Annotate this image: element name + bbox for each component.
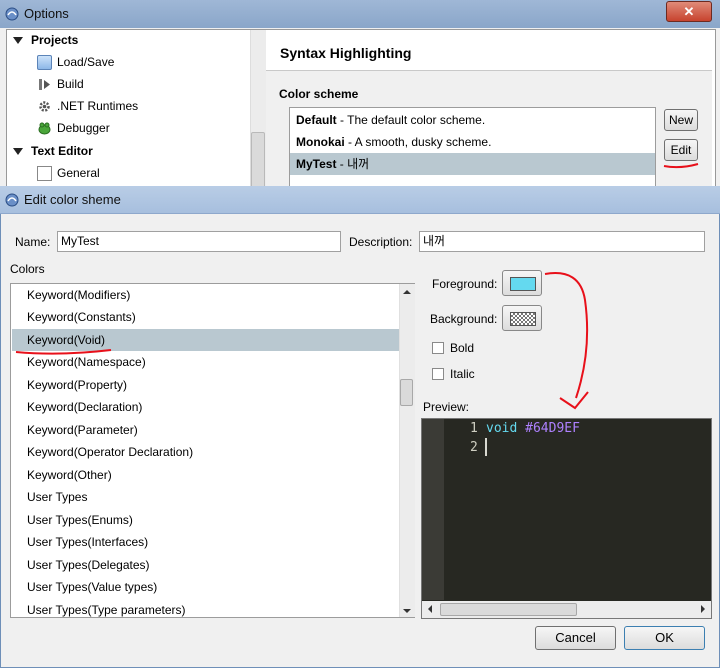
general-icon	[37, 166, 52, 182]
scroll-down-arrow-icon[interactable]	[401, 605, 413, 617]
tree-item-projects[interactable]: Projects	[13, 30, 78, 50]
color-item-keyword-property[interactable]: Keyword(Property)	[12, 374, 399, 396]
expand-triangle-icon[interactable]	[13, 37, 23, 45]
tree-item-label: Text Editor	[31, 144, 93, 158]
color-item-user-types[interactable]: User Types	[12, 486, 399, 508]
tree-item-build[interactable]: Build	[37, 74, 84, 94]
scheme-desc: - 내꺼	[336, 157, 370, 171]
scheme-desc: - A smooth, dusky scheme.	[344, 135, 492, 149]
color-scheme-list[interactable]: Default - The default color scheme. Mono…	[289, 107, 656, 190]
options-title-bar[interactable]	[0, 0, 720, 28]
scheme-name: Default	[296, 113, 337, 127]
scheme-name: MyTest	[296, 157, 337, 171]
colors-list[interactable]: Keyword(Modifiers) Keyword(Constants) Ke…	[10, 283, 415, 618]
scheme-row-mytest[interactable]: MyTest - 내꺼	[290, 153, 655, 175]
ok-button[interactable]: OK	[624, 626, 705, 650]
preview-code-line-1: void #64D9EF	[486, 419, 580, 438]
color-item-user-types-enums[interactable]: User Types(Enums)	[12, 509, 399, 531]
app-icon	[5, 7, 19, 21]
tree-item-general[interactable]: General	[37, 163, 100, 183]
color-item-user-types-type-parameters[interactable]: User Types(Type parameters)	[12, 599, 399, 617]
foreground-color-swatch	[510, 277, 536, 291]
color-item-keyword-other[interactable]: Keyword(Other)	[12, 464, 399, 486]
scroll-right-arrow-icon[interactable]	[697, 603, 709, 615]
bug-icon	[37, 121, 52, 136]
name-field[interactable]: MyTest	[57, 231, 341, 252]
color-item-keyword-constants[interactable]: Keyword(Constants)	[12, 306, 399, 328]
italic-label: Italic	[450, 367, 475, 381]
colors-list-scroll-thumb[interactable]	[400, 379, 413, 406]
tree-item-load-save[interactable]: Load/Save	[37, 52, 114, 72]
build-icon	[37, 77, 52, 92]
background-label: Background:	[430, 312, 498, 326]
preview-fold-margin	[422, 419, 444, 600]
color-scheme-label: Color scheme	[279, 87, 359, 101]
preview-label: Preview:	[423, 400, 470, 414]
color-item-keyword-declaration[interactable]: Keyword(Declaration)	[12, 396, 399, 418]
load-save-icon	[37, 55, 52, 71]
scheme-desc: - The default color scheme.	[336, 113, 486, 127]
color-item-user-types-value-types[interactable]: User Types(Value types)	[12, 576, 399, 598]
color-item-keyword-parameter[interactable]: Keyword(Parameter)	[12, 419, 399, 441]
background-transparent-swatch	[510, 312, 536, 326]
tree-scrollbar-thumb[interactable]	[251, 132, 265, 190]
preview-editor[interactable]	[421, 418, 712, 619]
color-item-user-types-interfaces[interactable]: User Types(Interfaces)	[12, 531, 399, 553]
new-scheme-button[interactable]: New	[664, 109, 698, 131]
cancel-button[interactable]: Cancel	[535, 626, 616, 650]
text-cursor	[485, 438, 487, 456]
colors-list-scrollbar[interactable]	[399, 284, 415, 617]
scheme-row-default[interactable]: Default - The default color scheme.	[290, 109, 655, 131]
color-item-keyword-namespace[interactable]: Keyword(Namespace)	[12, 351, 399, 373]
color-item-user-types-delegates[interactable]: User Types(Delegates)	[12, 554, 399, 576]
tree-item-label: General	[57, 166, 100, 180]
scheme-name: Monokai	[296, 135, 345, 149]
line-number-2: 2	[470, 440, 478, 455]
options-window-title: Options	[24, 6, 69, 21]
scheme-row-monokai[interactable]: Monokai - A smooth, dusky scheme.	[290, 131, 655, 153]
tree-item-debugger[interactable]: Debugger	[37, 118, 110, 138]
description-label: Description:	[349, 235, 413, 249]
background-color-button[interactable]	[502, 305, 542, 331]
scroll-left-arrow-icon[interactable]	[424, 603, 436, 615]
close-button[interactable]: ✕	[666, 1, 712, 22]
scroll-up-arrow-icon[interactable]	[401, 286, 413, 298]
tree-item-label: Debugger	[57, 121, 110, 135]
bold-checkbox[interactable]	[432, 342, 444, 354]
italic-checkbox[interactable]	[432, 368, 444, 380]
foreground-color-button[interactable]	[502, 270, 542, 296]
color-item-keyword-operator-declaration[interactable]: Keyword(Operator Declaration)	[12, 441, 399, 463]
tree-item-label: Load/Save	[57, 55, 115, 69]
line-number-1: 1	[470, 421, 478, 436]
gear-icon	[37, 99, 52, 114]
expand-triangle-icon[interactable]	[13, 148, 23, 156]
app-icon	[5, 193, 19, 207]
options-tree: Projects Load/Save Build .NET Runtimes D…	[7, 30, 259, 190]
color-item-keyword-modifiers[interactable]: Keyword(Modifiers)	[12, 284, 399, 306]
edit-scheme-button[interactable]: Edit	[664, 139, 698, 161]
tree-item-label: Build	[57, 77, 84, 91]
color-item-keyword-void[interactable]: Keyword(Void)	[12, 329, 399, 351]
tree-item-text-editor[interactable]: Text Editor	[13, 141, 93, 161]
colors-label: Colors	[10, 262, 45, 276]
name-label: Name:	[15, 235, 51, 249]
dialog-title: Edit color sheme	[24, 192, 121, 207]
bold-label: Bold	[450, 341, 475, 355]
preview-color-value: #64D9EF	[517, 421, 580, 436]
tree-item-label: .NET Runtimes	[57, 99, 139, 113]
tree-item-net-runtimes[interactable]: .NET Runtimes	[37, 96, 138, 116]
description-field[interactable]: 내꺼	[419, 231, 705, 252]
foreground-label: Foreground:	[432, 277, 498, 291]
panel-title: Syntax Highlighting	[280, 45, 412, 61]
preview-keyword: void	[486, 421, 518, 436]
preview-hscroll-thumb[interactable]	[440, 603, 577, 616]
tree-item-label: Projects	[31, 33, 79, 47]
